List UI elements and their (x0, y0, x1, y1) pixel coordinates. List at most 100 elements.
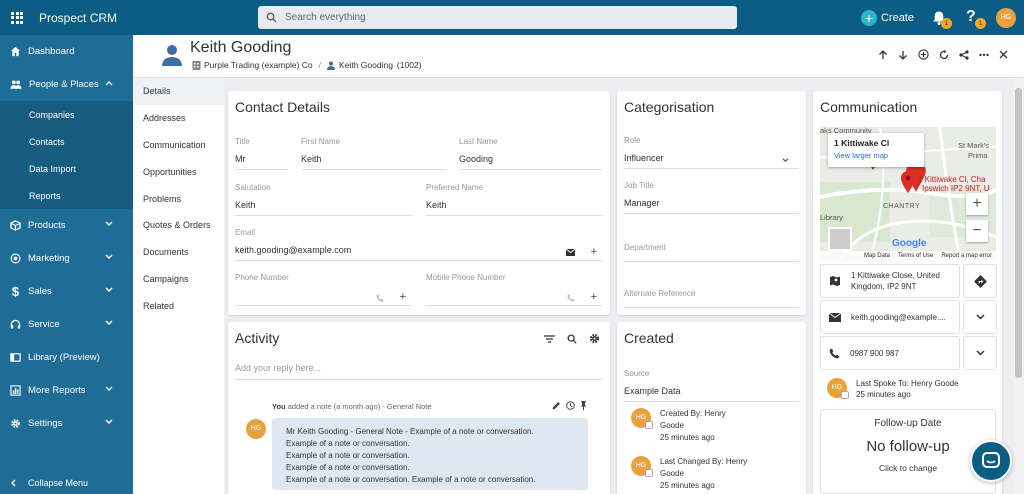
sidebar-item-service[interactable]: Service (0, 308, 133, 341)
scrollbar-thumb[interactable] (1015, 88, 1022, 378)
notifications-button[interactable]: 1 (928, 7, 952, 29)
follow-up-action[interactable]: Click to change (821, 463, 995, 473)
sidebar-item-reports[interactable]: Reports (0, 182, 133, 209)
close-button[interactable] (999, 50, 1008, 59)
global-search[interactable] (258, 6, 737, 29)
tab-documents[interactable]: Documents (133, 239, 224, 266)
last-name-field[interactable]: Last Name Gooding (459, 137, 603, 170)
filter-button[interactable] (544, 334, 555, 343)
zoom-in-button[interactable]: + (966, 193, 988, 215)
breadcrumb-contact[interactable]: Keith Gooding (339, 60, 393, 70)
share-button[interactable] (959, 49, 969, 60)
department-field[interactable]: Department (624, 243, 799, 262)
note-meta: You added a note (a month ago) - General… (272, 402, 432, 411)
tab-related[interactable]: Related (133, 292, 224, 319)
sidebar-item-dashboard[interactable]: Dashboard (0, 35, 133, 68)
activity-settings-button[interactable] (589, 333, 600, 344)
role-select[interactable]: Role Influencer (624, 136, 799, 169)
created-time: 25 minutes ago (660, 433, 715, 442)
tab-problems[interactable]: Problems (133, 185, 224, 212)
next-record-button[interactable] (898, 50, 908, 60)
sidebar-item-contacts[interactable]: Contacts (0, 128, 133, 155)
sidebar-item-library[interactable]: Library (Preview) (0, 341, 133, 374)
sidebar-item-people-places[interactable]: People & Places (0, 68, 133, 101)
sidebar-item-label: Service (28, 319, 60, 330)
chat-widget-button[interactable] (970, 440, 1012, 482)
search-activity-button[interactable] (567, 334, 577, 344)
user-avatar[interactable]: HG (996, 7, 1016, 28)
sidebar-item-more-reports[interactable]: More Reports (0, 374, 133, 407)
tab-opportunities[interactable]: Opportunities (133, 158, 224, 185)
tab-communication[interactable]: Communication (133, 132, 224, 159)
sidebar-item-settings[interactable]: Settings (0, 407, 133, 440)
create-label: Create (880, 11, 914, 24)
breadcrumb-separator: / (318, 60, 322, 70)
filter-icon (544, 334, 555, 343)
tab-quotes-orders[interactable]: Quotes & Orders (133, 212, 224, 239)
card-title: Communication (820, 99, 918, 115)
categorisation-card: Categorisation Role Influencer Job Title… (617, 91, 806, 315)
add-mobile-button[interactable]: + (591, 292, 597, 303)
alternate-reference-field[interactable]: Alternate Reference (624, 289, 799, 308)
address-row[interactable]: 1 Kittiwake Close, United Kingdom, IP2 9N… (820, 264, 960, 298)
sidebar-item-label: More Reports (28, 385, 86, 396)
page-scrollbar[interactable] (1013, 78, 1024, 494)
breadcrumb-company[interactable]: Purple Trading (example) Co (204, 60, 313, 70)
sidebar-item-sales[interactable]: $ Sales (0, 275, 133, 308)
created-card: Created Source Example Data HG Created B… (617, 322, 806, 494)
phone-options-button[interactable] (963, 336, 997, 370)
phone-number-field[interactable]: Phone Number + (235, 273, 412, 306)
tab-details[interactable]: Details (133, 78, 224, 105)
contact-details-card: Contact Details Title Mr First Name Keit… (228, 91, 610, 315)
location-map[interactable]: aks Community St Mark's Prima CHANTRY Li… (820, 127, 996, 261)
create-button[interactable]: + Create (860, 9, 914, 26)
send-email-button[interactable] (565, 249, 575, 256)
zoom-out-button[interactable]: − (966, 220, 988, 242)
chat-icon (982, 452, 1000, 468)
sidebar-item-products[interactable]: Products (0, 209, 133, 242)
edit-note-button[interactable] (552, 401, 561, 410)
title-field[interactable]: Title Mr (235, 137, 288, 170)
email-field[interactable]: Email keith.gooding@example.com + (235, 228, 603, 261)
history-button[interactable] (566, 401, 575, 410)
street-view-button[interactable] (828, 227, 852, 251)
brand-name[interactable]: Prospect CRM (39, 11, 117, 25)
pin-note-button[interactable] (580, 401, 587, 410)
map-data-link[interactable]: Map Data (864, 253, 890, 259)
map-icon (830, 276, 840, 286)
note-body: Mr Keith Gooding - General Note - Exampl… (272, 418, 588, 490)
map-popup-title: 1 Kittiwake Cl (834, 138, 890, 148)
call-mobile-button[interactable] (566, 293, 575, 302)
sidebar-item-data-import[interactable]: Data Import (0, 155, 133, 182)
sidebar-item-marketing[interactable]: Marketing (0, 242, 133, 275)
email-row[interactable]: keith.gooding@example.... (820, 300, 960, 334)
preferred-name-field[interactable]: Preferred Name Keith (426, 183, 603, 216)
terms-link[interactable]: Terms of Use (898, 253, 933, 259)
sidebar-item-companies[interactable]: Companies (0, 101, 133, 128)
email-options-button[interactable] (963, 300, 997, 334)
collapse-menu-button[interactable]: Collapse Menu (10, 478, 88, 488)
add-button[interactable] (918, 49, 929, 60)
more-button[interactable] (979, 53, 989, 57)
refresh-button[interactable] (939, 49, 949, 60)
add-phone-button[interactable]: + (400, 292, 406, 303)
report-error-link[interactable]: Report a map error (941, 253, 992, 259)
first-name-field[interactable]: First Name Keith (301, 137, 446, 170)
reply-input[interactable]: Add your reply here... (235, 363, 603, 380)
previous-record-button[interactable] (878, 49, 888, 60)
add-email-button[interactable]: + (591, 247, 597, 258)
help-button[interactable]: ? 1 (962, 7, 986, 29)
job-title-field[interactable]: Job Title Manager (624, 181, 799, 214)
directions-button[interactable] (963, 264, 997, 298)
search-input[interactable] (285, 12, 685, 23)
view-larger-map-link[interactable]: View larger map (834, 151, 918, 160)
apps-grid-icon[interactable] (11, 11, 23, 24)
call-phone-button[interactable] (375, 293, 384, 302)
follow-up-box[interactable]: Follow-up Date No follow-up Click to cha… (820, 409, 996, 494)
tab-addresses[interactable]: Addresses (133, 105, 224, 132)
salutation-field[interactable]: Salutation Keith (235, 183, 412, 216)
mobile-phone-field[interactable]: Mobile Phone Number + (426, 273, 603, 306)
tab-campaigns[interactable]: Campaigns (133, 266, 224, 293)
help-badge: 1 (975, 17, 986, 29)
phone-row[interactable]: 0987 900 987 (820, 336, 960, 370)
